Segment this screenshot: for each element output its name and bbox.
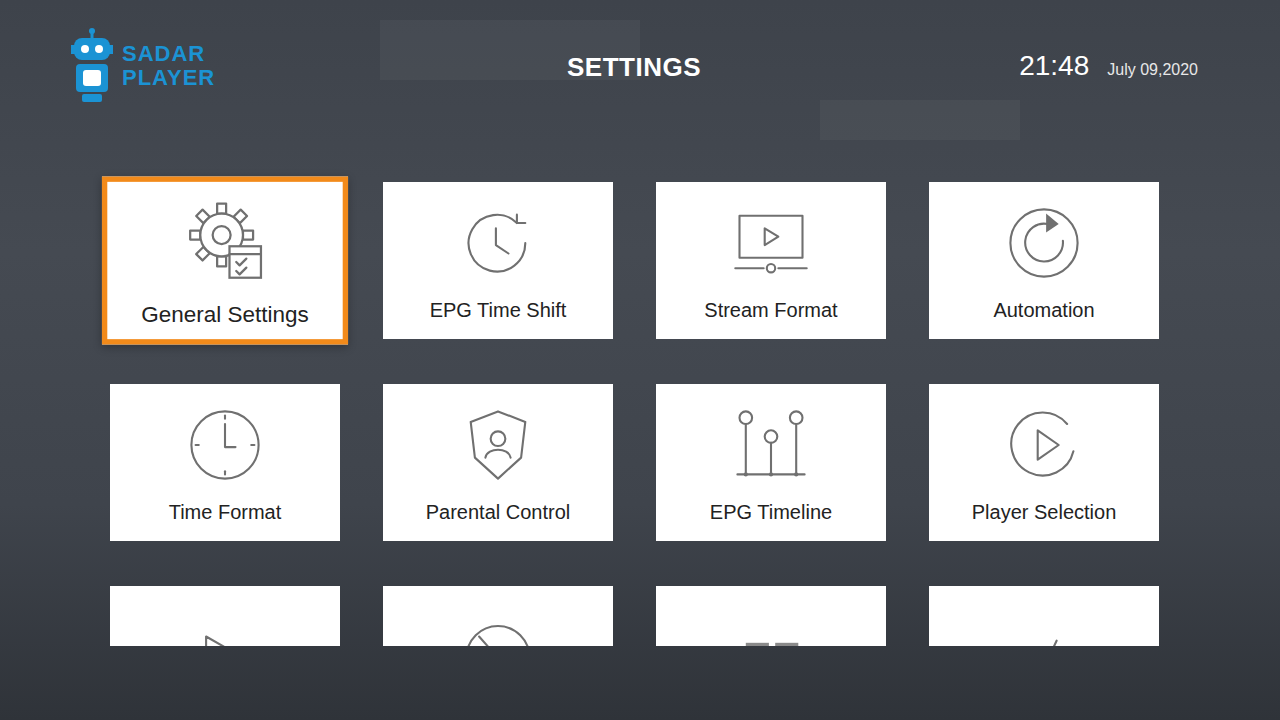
background-shape bbox=[820, 100, 1020, 140]
settings-card[interactable]: Player Selection bbox=[929, 384, 1159, 541]
settings-grid: General Settings EPG Time Shift Stream For… bbox=[110, 182, 1280, 646]
play-circle-icon bbox=[1002, 403, 1086, 487]
settings-card[interactable]: Parental Control bbox=[383, 384, 613, 541]
logo-line: PLAYER bbox=[122, 66, 215, 90]
time: 21:48 bbox=[1019, 50, 1089, 82]
refresh-icon bbox=[1002, 201, 1086, 285]
card-label: EPG Timeline bbox=[710, 501, 832, 524]
settings-card[interactable] bbox=[110, 586, 340, 646]
circle-icon bbox=[456, 605, 540, 646]
settings-card[interactable]: General Settings bbox=[102, 177, 348, 345]
card-label: Player Selection bbox=[972, 501, 1117, 524]
settings-card[interactable] bbox=[656, 586, 886, 646]
clock-arrow-icon bbox=[456, 201, 540, 285]
logo-text: SADARPLAYER bbox=[122, 42, 215, 90]
squares-icon bbox=[729, 605, 813, 646]
monitor-play-icon bbox=[729, 201, 813, 285]
settings-card[interactable] bbox=[383, 586, 613, 646]
settings-area: General Settings EPG Time Shift Stream For… bbox=[0, 158, 1280, 646]
timeline-icon bbox=[729, 403, 813, 487]
card-label: EPG Time Shift bbox=[430, 299, 567, 322]
logo: SADARPLAYER bbox=[70, 28, 567, 104]
gauge-icon bbox=[1002, 605, 1086, 646]
gear-window-icon bbox=[180, 197, 270, 287]
card-label: General Settings bbox=[141, 302, 308, 328]
logo-line: SADAR bbox=[122, 42, 215, 66]
card-label: Time Format bbox=[169, 501, 282, 524]
settings-card[interactable] bbox=[929, 586, 1159, 646]
card-label: Parental Control bbox=[426, 501, 571, 524]
robot-logo-icon bbox=[70, 28, 114, 104]
settings-card[interactable]: EPG Time Shift bbox=[383, 182, 613, 339]
play-icon bbox=[183, 605, 267, 646]
page-title: SETTINGS bbox=[567, 28, 701, 83]
header: SADARPLAYER SETTINGS 21:48 July 09,2020 bbox=[0, 0, 1280, 158]
card-label: Stream Format bbox=[704, 299, 837, 322]
date: July 09,2020 bbox=[1107, 61, 1198, 79]
clock-icon bbox=[183, 403, 267, 487]
settings-card[interactable]: Time Format bbox=[110, 384, 340, 541]
settings-card[interactable]: EPG Timeline bbox=[656, 384, 886, 541]
clock: 21:48 July 09,2020 bbox=[1019, 28, 1198, 82]
settings-card[interactable]: Stream Format bbox=[656, 182, 886, 339]
card-label: Automation bbox=[993, 299, 1094, 322]
shield-user-icon bbox=[456, 403, 540, 487]
settings-card[interactable]: Automation bbox=[929, 182, 1159, 339]
